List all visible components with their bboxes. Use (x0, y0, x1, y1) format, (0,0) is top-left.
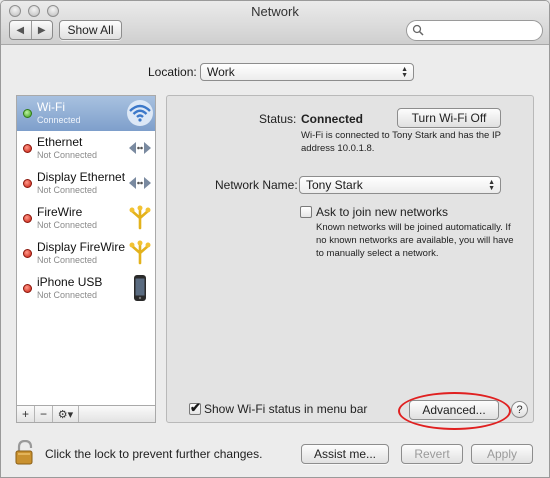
service-list: Wi-Fi Connected Ethernet Not Connected D… (16, 95, 156, 406)
lock-message: Click the lock to prevent further change… (45, 447, 263, 461)
back-icon[interactable]: ◀ (10, 21, 31, 39)
show-wifi-status-label[interactable]: Show Wi-Fi status in menu bar (204, 402, 367, 416)
service-item-wifi[interactable]: Wi-Fi Connected (17, 96, 155, 131)
status-dot (23, 179, 32, 188)
status-dot (23, 249, 32, 258)
search-icon (412, 24, 424, 36)
status-dot (23, 214, 32, 223)
firewire-icon (129, 240, 151, 265)
service-item-display-firewire[interactable]: Display FireWire Not Connected (17, 236, 155, 271)
status-description: Wi-Fi is connected to Tony Stark and has… (301, 130, 501, 154)
show-wifi-status-checkbox[interactable]: ✔ (189, 400, 201, 415)
forward-icon[interactable]: ▶ (30, 21, 53, 39)
popup-arrows-icon: ▲ ▼ (488, 179, 495, 192)
location-value: Work (207, 65, 235, 79)
service-name: Display FireWire (37, 240, 126, 254)
back-forward-control: ◀ ▶ (9, 20, 53, 40)
status-dot (23, 109, 32, 118)
network-name-popup[interactable]: Tony Stark ▲ ▼ (299, 176, 501, 194)
service-state: Not Connected (37, 255, 98, 265)
network-name-label: Network Name: (215, 178, 298, 192)
status-label: Status: (259, 112, 297, 126)
location-popup[interactable]: Work ▲ ▼ (200, 63, 414, 81)
location-label: Location: (148, 65, 197, 79)
service-name: FireWire (37, 205, 83, 219)
service-state: Connected (37, 115, 81, 125)
service-item-iphone-usb[interactable]: iPhone USB Not Connected (17, 271, 155, 306)
remove-service-button[interactable]: − (35, 406, 53, 422)
service-state: Not Connected (37, 185, 98, 195)
ask-to-join-description: Known networks will be joined automatica… (316, 222, 514, 259)
checkmark-icon: ✔ (190, 400, 201, 415)
ask-to-join-checkbox[interactable] (300, 206, 312, 218)
search-field[interactable] (406, 20, 543, 41)
lock-icon[interactable] (14, 440, 36, 466)
service-list-toolbar: + − ⚙▾ (16, 405, 156, 423)
service-state: Not Connected (37, 290, 98, 300)
ethernet-icon (129, 177, 151, 189)
help-button[interactable]: ? (511, 401, 528, 418)
service-name: Ethernet (37, 135, 83, 149)
service-name: iPhone USB (37, 275, 103, 289)
service-name: Display Ethernet (37, 170, 126, 184)
popup-arrows-icon: ▲ ▼ (401, 66, 408, 79)
revert-button[interactable]: Revert (401, 444, 463, 464)
apply-button[interactable]: Apply (471, 444, 533, 464)
iphone-icon (134, 275, 146, 301)
ethernet-icon (129, 142, 151, 154)
ask-to-join-label[interactable]: Ask to join new networks (316, 205, 448, 219)
title-bar: Network ◀ ▶ Show All (1, 1, 549, 45)
network-preferences-window: Network ◀ ▶ Show All Location: Work ▲ ▼ W… (0, 0, 550, 478)
service-item-firewire[interactable]: FireWire Not Connected (17, 201, 155, 236)
show-all-button[interactable]: Show All (59, 20, 122, 40)
status-dot (23, 284, 32, 293)
status-value: Connected (301, 112, 364, 126)
service-item-display-ethernet[interactable]: Display Ethernet Not Connected (17, 166, 155, 201)
assist-me-button[interactable]: Assist me... (301, 444, 389, 464)
action-gear-icon[interactable]: ⚙▾ (53, 406, 79, 422)
service-state: Not Connected (37, 150, 98, 160)
highlight-ring (398, 392, 511, 430)
firewire-icon (129, 205, 151, 230)
service-name: Wi-Fi (37, 100, 65, 114)
status-dot (23, 144, 32, 153)
service-item-ethernet[interactable]: Ethernet Not Connected (17, 131, 155, 166)
wifi-icon (127, 100, 153, 126)
turn-wifi-off-button[interactable]: Turn Wi-Fi Off (397, 108, 501, 128)
add-service-button[interactable]: + (17, 406, 35, 422)
network-name-value: Tony Stark (306, 178, 363, 192)
service-state: Not Connected (37, 220, 98, 230)
window-title: Network (251, 4, 299, 19)
